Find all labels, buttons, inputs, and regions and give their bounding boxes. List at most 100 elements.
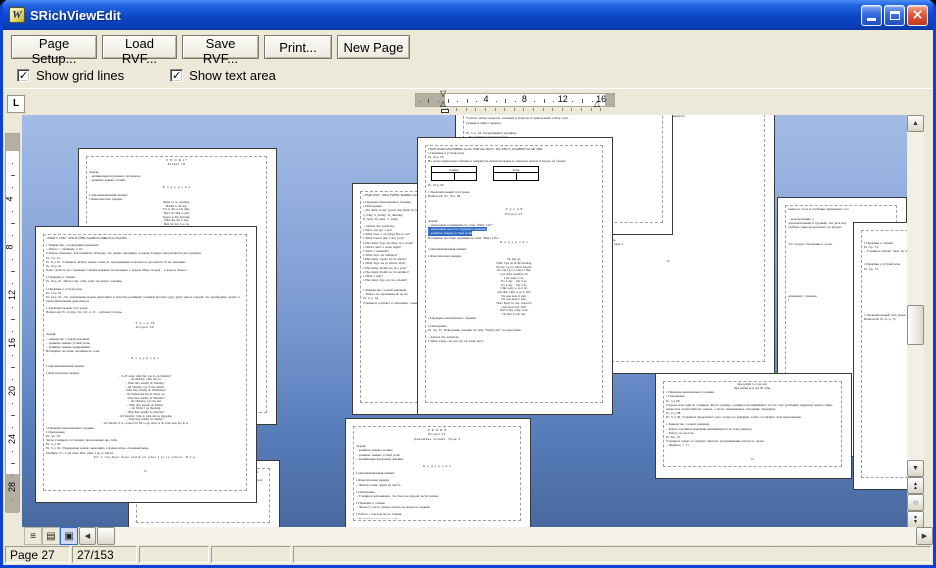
check-icon: ✓ (172, 70, 181, 81)
document-canvas[interactable]: Ps. 7, p 61. Читает новые слова. Встреча… (22, 115, 907, 527)
ruler-tick (572, 101, 573, 102)
ruler-tick (571, 108, 572, 111)
tab-stop-selector-button[interactable]: L (7, 95, 25, 113)
ruler-tick (591, 108, 592, 111)
document-page-h[interactable]: 1.Практика в чтении.Ps. 3,p. 72.– Учащие… (853, 222, 907, 490)
previous-page-button[interactable]: ▲▲ (907, 477, 924, 494)
scroll-up-icon: ▲ (912, 120, 919, 127)
ruler-tick (12, 475, 13, 476)
save-rvf-button[interactable]: Save RVF... (182, 35, 259, 59)
page-text-line: – Выполняют задания на с 33. (356, 517, 518, 519)
vertical-ruler-band: 481216202428 (5, 133, 20, 512)
ruler-tick (514, 108, 515, 111)
ruler-tick (11, 223, 15, 224)
close-button[interactable]: × (907, 5, 928, 26)
mini-table-row (494, 173, 538, 180)
scroll-left-button[interactable]: ◀ (79, 527, 96, 545)
page-body: «ТЬЫГб а'ЕЬГ' сШел'ГуЙВц ЪыйВш'СшЖЬеГущ … (46, 236, 244, 489)
page-text-line: Ps. 14,p. 61. Это упражнение можно выпол… (46, 295, 244, 303)
page-body: 1.Практика в чтении.Ps. 3,p. 72.– Учащие… (864, 232, 907, 476)
show-grid-lines-checkbox[interactable]: ✓ Show grid lines (17, 68, 124, 83)
horizontal-scroll-thumb[interactable] (97, 527, 115, 545)
ruler-tick (505, 99, 506, 103)
minimize-button[interactable] (861, 5, 882, 26)
mini-table: Town (493, 166, 539, 181)
ruler-tick (12, 499, 13, 500)
ruler-tick: 4 (5, 196, 15, 201)
scroll-up-button[interactable]: ▲ (907, 115, 924, 132)
document-page-g[interactable]: Кри (избы) б ол ам бли,Кри (избы) исту к… (655, 373, 852, 479)
document-page-d[interactable]: ГЪцР'оЕаskТцГцЕЫВШв Govib AlmГцав 69аГС … (417, 137, 613, 415)
ruler-tick (12, 451, 13, 452)
ruler-tick: 12 (7, 290, 17, 300)
hanging-indent-marker[interactable]: △ (440, 100, 446, 108)
scroll-right-button[interactable]: ▶ (916, 527, 933, 545)
ruler-tick (592, 101, 593, 102)
ruler-tick (457, 101, 458, 102)
document-page-bm[interactable]: У Р О К 8Раздел 22Домашнее чтение. Урок … (345, 418, 531, 527)
selected-text-line: – развитие навыка устной речи; (428, 231, 472, 235)
horizontal-scroll-track[interactable] (115, 527, 916, 545)
ruler-tick (12, 403, 13, 404)
ruler-tick: 16 (7, 338, 17, 348)
ruler-tick (12, 331, 13, 332)
title-bar[interactable]: W SRichViewEdit × (3, 0, 933, 30)
maximize-button[interactable] (884, 5, 905, 26)
vertical-scrollbar[interactable]: ▲ ▼ ▲▲ ○ ▼▼ (907, 115, 924, 527)
vertical-ruler[interactable]: 481216202428 (3, 115, 22, 527)
left-indent-marker[interactable] (441, 109, 449, 113)
first-line-indent-marker[interactable]: ▽ (440, 90, 446, 98)
window-title: SRichViewEdit (30, 8, 861, 23)
status-page-label: Page 27 (5, 546, 70, 563)
ruler-tick (496, 101, 497, 102)
status-panel (139, 546, 209, 563)
ruler-tick: 4 (483, 94, 488, 104)
normal-view-button[interactable]: ≡ (24, 527, 42, 545)
ruler-tick (467, 99, 468, 103)
browse-object-icon: ○ (913, 499, 918, 507)
document-page-b[interactable]: «ТЬЫГб а'ЕЬГ' сШел'ГуЙВц ЪыйВш'СшЖЬеГущ … (35, 226, 257, 503)
page-text-line (46, 459, 244, 462)
load-rvf-button[interactable]: Load RVF... (102, 35, 177, 59)
checkbox-checked-icon: ✓ (17, 69, 30, 82)
ruler-tick (11, 271, 15, 272)
ruler-tick (475, 108, 476, 111)
check-icon: ✓ (19, 70, 28, 81)
ruler-tick (12, 379, 13, 380)
ruler-margin-zone (6, 474, 19, 513)
ruler-tick (11, 319, 15, 320)
show-text-area-checkbox[interactable]: ✓ Show text area (170, 68, 276, 83)
toolbar: Page Setup...Load RVF...Save RVF...Print… (3, 30, 933, 62)
new-page-button[interactable]: New Page (337, 35, 410, 59)
ruler-tick (428, 99, 429, 103)
print-button[interactable]: Print... (264, 35, 332, 59)
maximize-icon (890, 11, 900, 20)
select-browse-object-button[interactable]: ○ (907, 494, 924, 511)
ruler-tick (582, 99, 583, 103)
ruler-tick: 12 (558, 94, 568, 104)
vertical-scroll-thumb[interactable] (907, 305, 924, 345)
next-page-button[interactable]: ▼▼ (907, 511, 924, 528)
page-view-button[interactable]: ▣ (60, 527, 78, 545)
show-text-area-label: Show text area (189, 68, 276, 83)
checkbox-checked-icon: ✓ (170, 69, 183, 82)
draft-view-button[interactable]: ▤ (42, 527, 60, 545)
page-view-icon: ▣ (64, 531, 73, 542)
ruler-tick (552, 108, 553, 111)
status-panel (293, 546, 931, 563)
ruler-tick (12, 163, 13, 164)
minimize-icon (867, 18, 876, 21)
app-icon: W (9, 7, 25, 23)
right-indent-marker[interactable]: △ (594, 100, 600, 108)
ruler-tick (456, 108, 457, 111)
scroll-down-button[interactable]: ▼ (907, 460, 924, 477)
ruler-tick (12, 283, 13, 284)
app-icon-glyph: W (12, 10, 22, 21)
scroll-right-icon: ▶ (922, 532, 927, 540)
page-setup-button[interactable]: Page Setup... (11, 35, 97, 59)
ruler-tick (523, 108, 524, 111)
ruler-tick: 8 (522, 94, 527, 104)
app-window: W SRichViewEdit × Page Setup...Load RVF.… (0, 0, 936, 568)
mini-table: Country (431, 166, 477, 181)
page-text-line: Homework: Ps. 6, p. 73. (864, 317, 907, 321)
